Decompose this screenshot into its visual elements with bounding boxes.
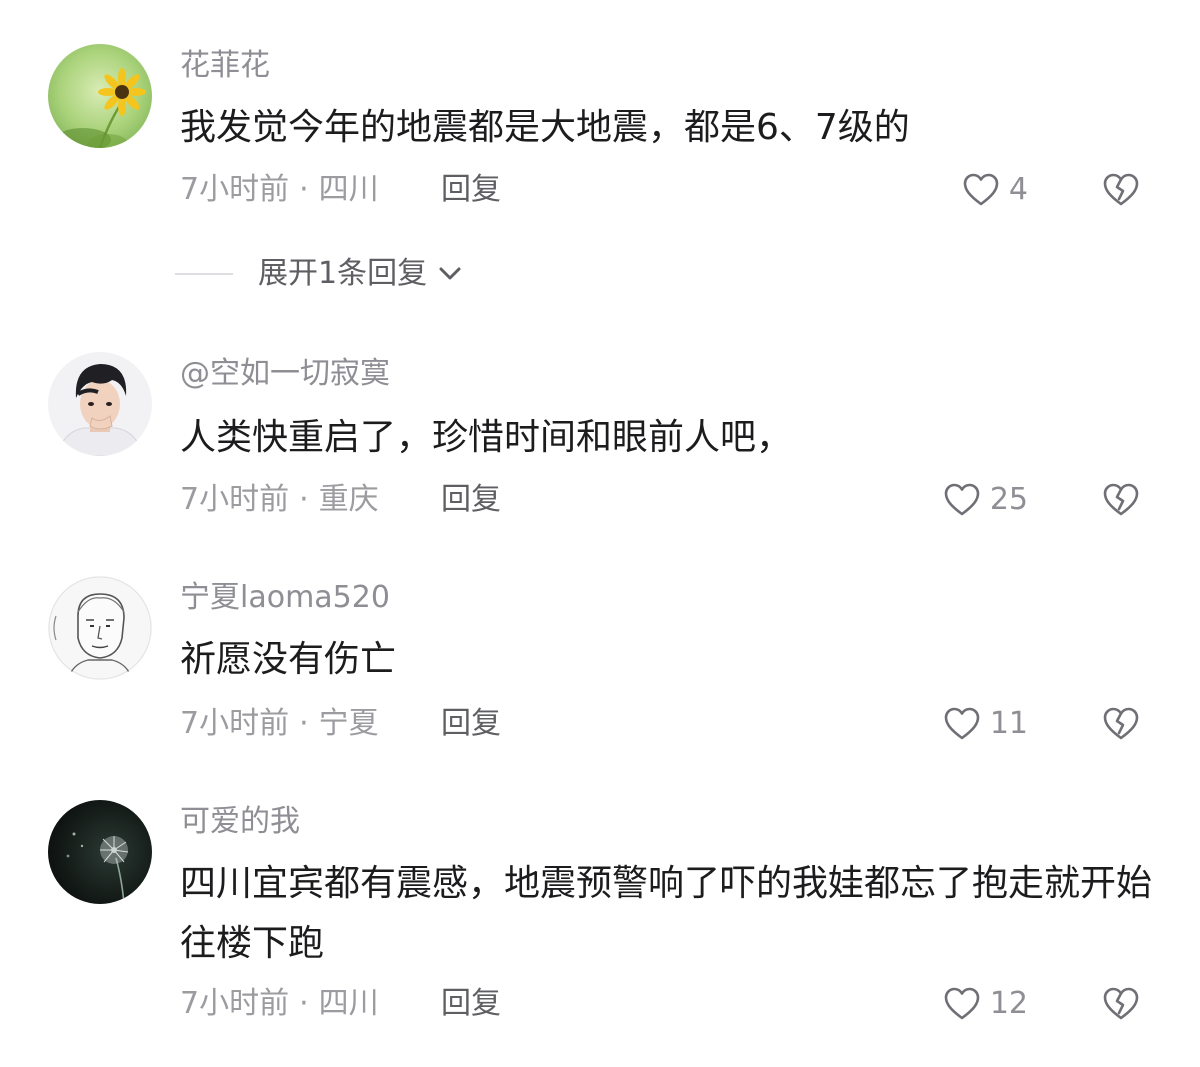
dislike-button[interactable] <box>1101 984 1141 1024</box>
expand-replies-label: 展开1条回复 <box>258 256 428 291</box>
like-button[interactable]: 25 <box>942 480 1028 520</box>
comment-meta: 7小时前 · 四川 <box>180 170 379 210</box>
dislike-button[interactable] <box>1101 480 1141 520</box>
dislike-button[interactable] <box>1101 170 1141 210</box>
dandelion-avatar-image <box>48 800 152 904</box>
comment-meta: 7小时前 · 重庆 <box>180 480 379 520</box>
comment-time: 7小时前 <box>180 706 290 741</box>
reply-button[interactable]: 回复 <box>441 480 501 520</box>
like-button[interactable]: 11 <box>942 704 1028 744</box>
pencil-sketch-avatar-image <box>48 576 152 680</box>
like-button[interactable]: 4 <box>961 170 1028 210</box>
reply-button[interactable]: 回复 <box>441 984 501 1024</box>
young-man-avatar-image <box>48 352 152 456</box>
like-count: 4 <box>1008 172 1028 207</box>
reply-button[interactable]: 回复 <box>441 170 501 210</box>
meta-separator: · <box>299 172 309 207</box>
comment-location: 四川 <box>318 172 379 207</box>
like-count: 11 <box>989 706 1028 741</box>
meta-separator: · <box>299 706 309 741</box>
broken-heart-icon <box>1103 987 1139 1020</box>
comment-text: 我发觉今年的地震都是大地震，都是6、7级的 <box>180 107 910 148</box>
like-button[interactable]: 12 <box>942 984 1028 1024</box>
expand-divider-line <box>175 273 233 275</box>
username[interactable]: 可爱的我 <box>180 804 300 840</box>
broken-heart-icon <box>1103 707 1139 740</box>
heart-outline-icon <box>944 483 980 516</box>
avatar[interactable] <box>48 352 152 456</box>
avatar[interactable] <box>48 576 152 680</box>
username[interactable]: 宁夏laoma520 <box>180 580 390 616</box>
heart-outline-icon <box>944 987 980 1020</box>
username[interactable]: @空如一切寂寞 <box>180 356 390 392</box>
comment-location: 宁夏 <box>318 706 379 741</box>
comment-text: 四川宜宾都有震感，地震预警响了吓的我娃都忘了抱走就开始往楼下跑 <box>180 863 1153 964</box>
comment-meta: 7小时前 · 宁夏 <box>180 704 379 744</box>
comment-time: 7小时前 <box>180 172 290 207</box>
comment-time: 7小时前 <box>180 986 290 1021</box>
broken-heart-icon <box>1103 483 1139 516</box>
avatar[interactable] <box>48 44 152 148</box>
sunflower-avatar-image <box>48 44 152 148</box>
heart-outline-icon <box>944 707 980 740</box>
comment-text: 祈愿没有伤亡 <box>180 639 397 680</box>
comment-meta: 7小时前 · 四川 <box>180 984 379 1024</box>
comment-text: 人类快重启了，珍惜时间和眼前人吧， <box>180 417 793 458</box>
chevron-down-icon <box>439 267 461 280</box>
heart-outline-icon <box>963 173 999 206</box>
like-count: 12 <box>989 986 1028 1021</box>
expand-replies-button[interactable]: 展开1条回复 <box>175 255 465 293</box>
meta-separator: · <box>299 986 309 1021</box>
broken-heart-icon <box>1103 173 1139 206</box>
comment-location: 重庆 <box>318 482 379 517</box>
username[interactable]: 花菲花 <box>180 48 270 84</box>
like-count: 25 <box>989 482 1028 517</box>
avatar[interactable] <box>48 800 152 904</box>
comment-time: 7小时前 <box>180 482 290 517</box>
dislike-button[interactable] <box>1101 704 1141 744</box>
meta-separator: · <box>299 482 309 517</box>
comment-location: 四川 <box>318 986 379 1021</box>
reply-button[interactable]: 回复 <box>441 704 501 744</box>
